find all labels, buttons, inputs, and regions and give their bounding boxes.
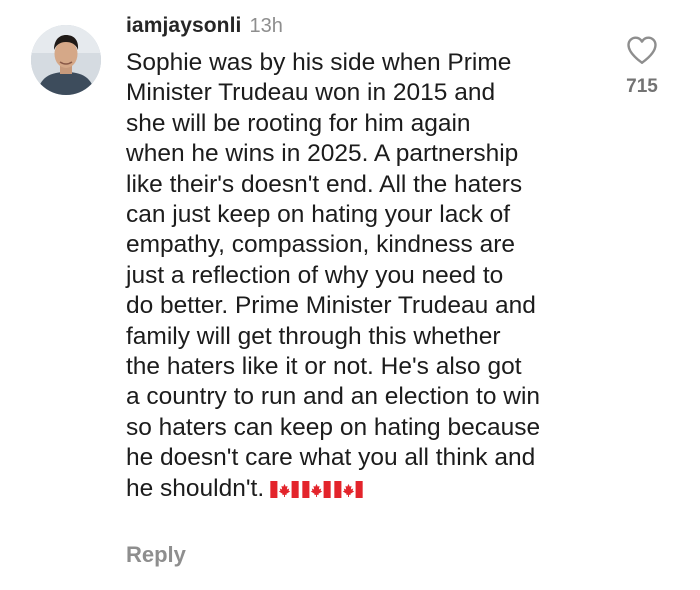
like-count: 715 [626, 76, 658, 97]
comment-text-line: she will be rooting for him again [126, 109, 471, 137]
canada-flag-icon [302, 480, 331, 498]
comment-text-line: the haters like it or not. He's also got [126, 353, 522, 381]
username[interactable]: iamjaysonli [126, 14, 241, 38]
canada-flag-icon [334, 480, 363, 498]
comment-text-line: do better. Prime Minister Trudeau and [126, 292, 536, 320]
comment: iamjaysonli 13h Sophie was by his side w… [0, 0, 700, 590]
comment-text-line: family will get through this whether [126, 322, 501, 350]
comment-text: Sophie was by his side when Prime Ministe… [126, 48, 596, 504]
comment-text-line: Minister Trudeau won in 2015 and [126, 79, 496, 107]
comment-text-line: empathy, compassion, kindness are [126, 231, 516, 259]
comment-text-line: he shouldn't. [126, 474, 596, 504]
timestamp[interactable]: 13h [249, 15, 282, 38]
emoji-group [270, 480, 363, 498]
comment-text-line: a country to run and an election to win [126, 383, 541, 411]
reply-button[interactable]: Reply [126, 542, 186, 568]
comment-text-line: can just keep on hating your lack of [126, 201, 511, 229]
canada-flag-icon [270, 480, 299, 498]
comment-body: iamjaysonli 13h Sophie was by his side w… [126, 14, 596, 504]
comment-text-line: like their's doesn't end. All the haters [126, 170, 523, 198]
comment-text-line: so haters can keep on hating because [126, 413, 541, 441]
comment-text-line: Sophie was by his side when Prime [126, 49, 512, 76]
comment-text-line: when he wins in 2025. A partnership [126, 140, 519, 168]
heart-icon[interactable] [622, 32, 662, 68]
comment-text-line: just a reflection of why you need to [126, 261, 504, 289]
comment-text-line: he doesn't care what you all think and [126, 444, 536, 472]
comment-header: iamjaysonli 13h [126, 14, 596, 48]
avatar[interactable] [31, 25, 101, 95]
